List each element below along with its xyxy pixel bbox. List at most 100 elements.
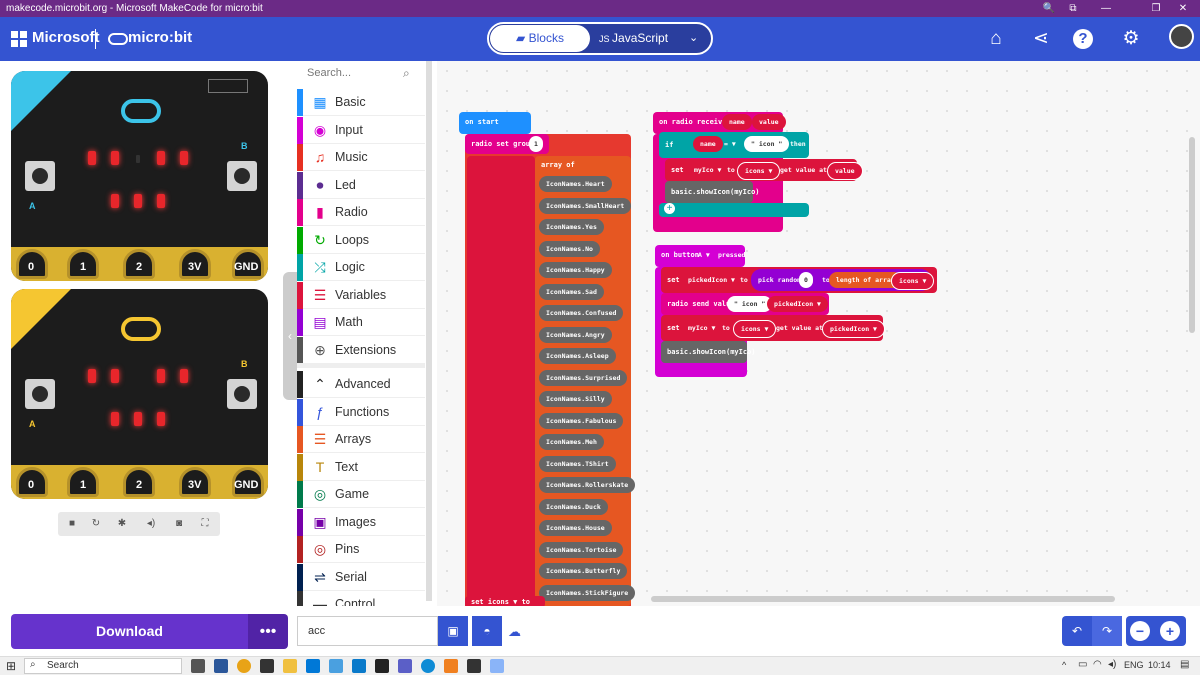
icon-name-pill[interactable]: IconNames.No: [539, 240, 600, 257]
mail-icon[interactable]: [306, 659, 320, 673]
share-icon[interactable]: ⋖: [1029, 27, 1053, 51]
microbit-simulator-board[interactable]: A B 0 1 2 3V GND: [11, 71, 268, 281]
icons-variable[interactable]: icons ▼: [891, 272, 935, 290]
category-extensions[interactable]: ⊕ Extensions: [297, 336, 425, 364]
tab-blocks[interactable]: ▰ Blocks: [490, 25, 590, 52]
app-icon[interactable]: [260, 659, 274, 673]
windows-start-icon[interactable]: ⊞: [6, 659, 16, 673]
equals-operator[interactable]: = ▼: [717, 136, 743, 152]
search-icon[interactable]: ⌕: [403, 61, 410, 86]
category-images[interactable]: ▣ Images: [297, 508, 425, 536]
icon-name-pill[interactable]: IconNames.Heart: [539, 176, 612, 192]
logo-touch-icon[interactable]: [121, 317, 161, 341]
app-icon[interactable]: [214, 659, 228, 673]
group-number-input[interactable]: 1: [529, 136, 543, 152]
network-icon[interactable]: ▭: [1078, 659, 1087, 670]
icon-name-pill[interactable]: IconNames.Angry: [539, 326, 612, 343]
category-pins[interactable]: ◎ Pins: [297, 536, 425, 563]
mute-icon[interactable]: ◂): [141, 515, 161, 533]
pickedicon-variable[interactable]: pickedIcon ▼: [767, 296, 828, 312]
icon-name-pill[interactable]: IconNames.Yes: [539, 219, 604, 235]
workspace-horizontal-scrollbar[interactable]: [651, 596, 1115, 602]
icon-name-pill[interactable]: IconNames.Surprised: [539, 369, 628, 386]
icon-name-pill[interactable]: IconNames.Silly: [539, 391, 612, 407]
category-loops[interactable]: ↻ Loops: [297, 226, 425, 254]
logo-touch-icon[interactable]: [121, 99, 161, 123]
zoom-in-icon[interactable]: +: [1160, 621, 1180, 641]
wifi-icon[interactable]: ◠: [1093, 659, 1102, 670]
restart-icon[interactable]: ↻: [86, 515, 106, 533]
app-icon[interactable]: [375, 659, 389, 673]
value-param[interactable]: value: [752, 114, 786, 130]
microbit-simulator-board[interactable]: A B 0 1 2 3V GND: [11, 289, 268, 499]
download-button[interactable]: Download: [11, 614, 248, 649]
category-logic[interactable]: ⤮ Logic: [297, 254, 425, 281]
file-explorer-icon[interactable]: [283, 659, 297, 673]
category-led[interactable]: ⏺ Led: [297, 171, 425, 199]
language-indicator[interactable]: ENG: [1124, 660, 1144, 670]
icon-name-pill[interactable]: IconNames.Confused: [539, 305, 624, 321]
icon-name-pill[interactable]: IconNames.Meh: [539, 434, 604, 450]
button-a[interactable]: [25, 379, 55, 409]
basic-show-icon-block[interactable]: basic.showIcon(myIco): [665, 181, 760, 203]
icon-name-pill[interactable]: IconNames.StickFigure: [539, 584, 636, 601]
category-serial[interactable]: ⇌ Serial: [297, 563, 425, 591]
category-game[interactable]: ◎ Game: [297, 481, 425, 508]
microbit-brand[interactable]: micro:bit: [128, 29, 192, 46]
volume-icon[interactable]: ◂): [1108, 659, 1116, 670]
icon-name-pill[interactable]: IconNames.Fabulous: [539, 412, 624, 429]
category-input[interactable]: ◉ Input: [297, 116, 425, 144]
toolbox-search-input[interactable]: Search... ⌕: [297, 61, 425, 86]
collapse-simulator-button[interactable]: ‹: [283, 272, 297, 400]
category-advanced[interactable]: ⌃ Advanced: [297, 371, 425, 398]
close-icon[interactable]: ✕: [1172, 0, 1194, 17]
add-else-icon[interactable]: +: [664, 203, 675, 214]
chevron-down-icon[interactable]: ⌄: [689, 31, 698, 44]
save-button[interactable]: ▣: [438, 616, 468, 646]
category-radio[interactable]: ▮ Radio: [297, 199, 425, 226]
icon-name-pill[interactable]: IconNames.Duck: [539, 498, 608, 515]
blocks-workspace[interactable]: on start radio set group 1 array of Icon…: [437, 61, 1200, 606]
project-name-input[interactable]: acc: [297, 616, 438, 646]
edge-icon[interactable]: [421, 659, 435, 673]
debug-icon[interactable]: ✱: [112, 515, 132, 533]
toolbox-scrollbar[interactable]: [426, 61, 432, 601]
category-variables[interactable]: ☰ Variables: [297, 281, 425, 309]
category-arrays[interactable]: ☰ Arrays: [297, 426, 425, 453]
github-button[interactable]: ◓: [472, 616, 502, 646]
category-music[interactable]: ♫ Music: [297, 144, 425, 171]
app-icon[interactable]: [490, 659, 504, 673]
avatar[interactable]: [1169, 24, 1194, 49]
category-basic[interactable]: ▦ Basic: [297, 89, 425, 116]
zoom-out-icon[interactable]: −: [1130, 621, 1150, 641]
cloud-icon[interactable]: ☁: [508, 624, 521, 640]
redo-icon[interactable]: ↷: [1092, 616, 1122, 646]
undo-icon[interactable]: ↶: [1062, 616, 1092, 646]
pickedicon-variable[interactable]: pickedIcon ▼: [822, 320, 885, 338]
maximize-icon[interactable]: ❐: [1145, 0, 1167, 17]
icon-name-pill[interactable]: IconNames.Tortoise: [539, 541, 624, 558]
icon-name-pill[interactable]: IconNames.Rollerskate: [539, 477, 636, 493]
set-icons-block[interactable]: set icons ▼ to: [465, 596, 545, 606]
task-view-icon[interactable]: [191, 659, 205, 673]
gear-icon[interactable]: ⚙: [1119, 27, 1143, 51]
help-icon[interactable]: ?: [1073, 29, 1093, 49]
name-param[interactable]: name: [722, 114, 752, 130]
download-options-button[interactable]: •••: [248, 614, 288, 649]
app-icon[interactable]: [329, 659, 343, 673]
icon-name-pill[interactable]: IconNames.SmallHeart: [539, 197, 632, 214]
tab-javascript[interactable]: JS JavaScript: [599, 24, 679, 53]
workspace-vertical-scrollbar[interactable]: [1189, 137, 1195, 333]
random-min-input[interactable]: 0: [799, 272, 813, 288]
microsoft-brand[interactable]: Microsoft: [32, 29, 100, 46]
icon-name-pill[interactable]: IconNames.TShirt: [539, 455, 616, 472]
app-icon[interactable]: [467, 659, 481, 673]
screenshot-icon[interactable]: ◙: [169, 515, 189, 533]
app-icon[interactable]: [444, 659, 458, 673]
on-start-block[interactable]: on start: [459, 112, 531, 134]
icon-name-pill[interactable]: IconNames.House: [539, 520, 612, 536]
category-text[interactable]: T Text: [297, 453, 425, 481]
notification-icon[interactable]: ▤: [1180, 659, 1189, 670]
category-functions[interactable]: ƒ Functions: [297, 398, 425, 426]
button-b[interactable]: [227, 379, 257, 409]
